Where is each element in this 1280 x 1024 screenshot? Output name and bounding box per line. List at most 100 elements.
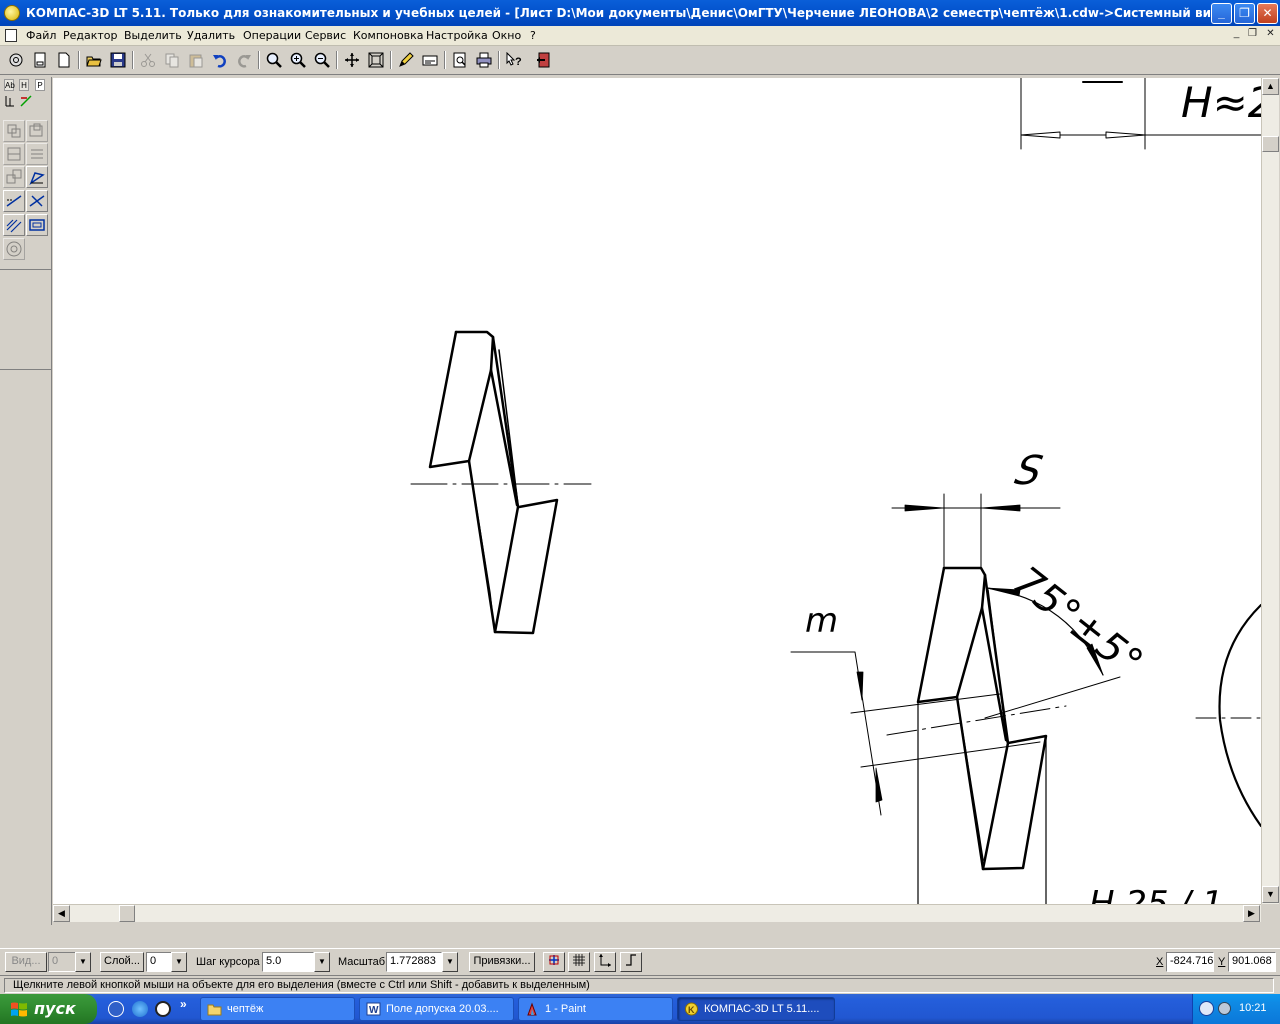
vertical-scroll-thumb[interactable] bbox=[1262, 136, 1279, 152]
select-previous-button[interactable] bbox=[3, 238, 25, 260]
drawing-canvas[interactable]: S H≈25 75°±5° m H 25 / 1 bbox=[53, 78, 1261, 904]
dimension-small-icon[interactable] bbox=[19, 94, 33, 108]
open-button[interactable] bbox=[83, 49, 105, 71]
start-button[interactable]: пуск bbox=[0, 994, 97, 1024]
zoom-out-button[interactable] bbox=[311, 49, 333, 71]
view-dropdown-arrow[interactable]: ▼ bbox=[75, 952, 91, 972]
pan-button[interactable] bbox=[341, 49, 363, 71]
doc-close-button[interactable]: ✕ bbox=[1264, 29, 1277, 41]
toolbar-separator bbox=[444, 51, 446, 69]
quicklaunch-browser-icon[interactable] bbox=[108, 1001, 124, 1017]
local-coordinates-button[interactable] bbox=[594, 952, 616, 972]
task-button-kompas[interactable]: K КОМПАС-3D LT 5.11.... bbox=[677, 997, 835, 1021]
horizontal-scrollbar[interactable]: ◀ ▶ bbox=[53, 904, 1261, 922]
menu-help[interactable]: ? bbox=[528, 28, 538, 43]
minimize-button[interactable]: _ bbox=[1211, 3, 1232, 24]
snaps-button[interactable]: Привязки... bbox=[469, 952, 535, 972]
scroll-down-button[interactable]: ▼ bbox=[1262, 886, 1279, 903]
view-value[interactable]: 0 bbox=[48, 952, 76, 972]
layer-dropdown-arrow[interactable]: ▼ bbox=[171, 952, 187, 972]
view-button[interactable]: Вид... bbox=[5, 952, 47, 972]
zoom-fit-button[interactable] bbox=[365, 49, 387, 71]
cursor-step-value[interactable]: 5.0 bbox=[262, 952, 314, 972]
paste-button[interactable] bbox=[185, 49, 207, 71]
select-intersect-button[interactable] bbox=[26, 190, 48, 212]
new-sheet-button[interactable] bbox=[29, 49, 51, 71]
tray-expand-icon[interactable] bbox=[1199, 1001, 1214, 1016]
zoom-in-button[interactable] bbox=[287, 49, 309, 71]
document-system-icon[interactable] bbox=[5, 29, 17, 42]
tray-clock[interactable]: 10:21 bbox=[1239, 1002, 1267, 1014]
title-bar[interactable]: КОМПАС-3D LT 5.11. Только для ознакомите… bbox=[0, 0, 1280, 26]
close-button[interactable]: ✕ bbox=[1257, 3, 1278, 24]
menu-delete[interactable]: Удалить bbox=[185, 28, 237, 43]
model-button[interactable] bbox=[5, 49, 27, 71]
doc-minimize-button[interactable]: _ bbox=[1230, 29, 1243, 41]
select-hatch-button[interactable] bbox=[3, 214, 25, 236]
minimize-icon: _ bbox=[1218, 6, 1225, 20]
select-window-button[interactable] bbox=[26, 120, 48, 142]
select-layer-button[interactable] bbox=[3, 143, 25, 165]
menu-service[interactable]: Сервис bbox=[303, 28, 348, 43]
quicklaunch-ie-icon[interactable] bbox=[132, 1001, 148, 1017]
help-button[interactable]: ? bbox=[503, 49, 525, 71]
scale-value[interactable]: 1.772883 bbox=[386, 952, 442, 972]
edit-button[interactable] bbox=[395, 49, 417, 71]
tab-parameters[interactable]: P bbox=[35, 79, 45, 91]
select-frame-button[interactable] bbox=[26, 214, 48, 236]
scroll-right-button[interactable]: ▶ bbox=[1243, 905, 1260, 922]
save-button[interactable] bbox=[107, 49, 129, 71]
horizontal-scroll-thumb[interactable] bbox=[119, 905, 135, 922]
tab-dimensions[interactable]: H bbox=[19, 79, 29, 91]
redo-button[interactable] bbox=[233, 49, 255, 71]
snap-toggle-button[interactable] bbox=[543, 952, 565, 972]
select-all-button[interactable] bbox=[3, 120, 25, 142]
tab-text[interactable]: Ab bbox=[4, 79, 15, 91]
select-view-button[interactable] bbox=[3, 166, 25, 188]
select-line-button[interactable] bbox=[3, 190, 25, 212]
scroll-left-button[interactable]: ◀ bbox=[53, 905, 70, 922]
exit-button[interactable] bbox=[533, 49, 555, 71]
menu-editor[interactable]: Редактор bbox=[61, 28, 120, 43]
select-style-button[interactable] bbox=[26, 143, 48, 165]
svg-text:W: W bbox=[369, 1005, 379, 1016]
menu-operations[interactable]: Операции bbox=[241, 28, 303, 43]
select-intersect-icon bbox=[29, 195, 45, 207]
right-section-profile bbox=[916, 566, 1048, 871]
tray-volume-icon[interactable] bbox=[1218, 1002, 1231, 1015]
menu-settings[interactable]: Настройка bbox=[424, 28, 490, 43]
geometry-small-icon[interactable] bbox=[4, 94, 16, 108]
menu-layout[interactable]: Компоновка bbox=[351, 28, 426, 43]
task-button-folder[interactable]: чептёж bbox=[200, 997, 355, 1021]
vertical-scrollbar[interactable]: ▲ ▼ bbox=[1261, 78, 1279, 904]
zoom-out-icon bbox=[314, 52, 330, 68]
restore-button[interactable]: ❐ bbox=[1234, 3, 1255, 24]
layer-value[interactable]: 0 bbox=[146, 952, 172, 972]
quicklaunch-chevron-icon[interactable]: » bbox=[180, 997, 187, 1011]
menu-file[interactable]: Файл bbox=[24, 28, 58, 43]
new-document-button[interactable] bbox=[53, 49, 75, 71]
save-icon bbox=[110, 52, 126, 68]
print-button[interactable] bbox=[473, 49, 495, 71]
x-coordinate-value[interactable]: -824.716 bbox=[1166, 952, 1214, 972]
doc-restore-button[interactable]: ❐ bbox=[1246, 29, 1259, 41]
select-object-button[interactable] bbox=[26, 166, 48, 188]
copy-button[interactable] bbox=[161, 49, 183, 71]
print-preview-button[interactable] bbox=[449, 49, 471, 71]
ortho-button[interactable] bbox=[620, 952, 642, 972]
undo-button[interactable] bbox=[209, 49, 231, 71]
cut-button[interactable] bbox=[137, 49, 159, 71]
zoom-button[interactable] bbox=[263, 49, 285, 71]
scale-dropdown-arrow[interactable]: ▼ bbox=[442, 952, 458, 972]
menu-select[interactable]: Выделить bbox=[122, 28, 184, 43]
grid-button[interactable] bbox=[568, 952, 590, 972]
y-coordinate-value[interactable]: 901.068 bbox=[1228, 952, 1276, 972]
layer-button[interactable]: Слой... bbox=[100, 952, 144, 972]
task-button-word[interactable]: W Поле допуска 20.03.... bbox=[359, 997, 514, 1021]
quicklaunch-panda-icon[interactable] bbox=[155, 1001, 171, 1017]
menu-window[interactable]: Окно bbox=[490, 28, 523, 43]
task-button-paint[interactable]: 1 - Paint bbox=[518, 997, 673, 1021]
layers-button[interactable] bbox=[419, 49, 441, 71]
cursor-step-dropdown-arrow[interactable]: ▼ bbox=[314, 952, 330, 972]
scroll-up-button[interactable]: ▲ bbox=[1262, 78, 1279, 95]
